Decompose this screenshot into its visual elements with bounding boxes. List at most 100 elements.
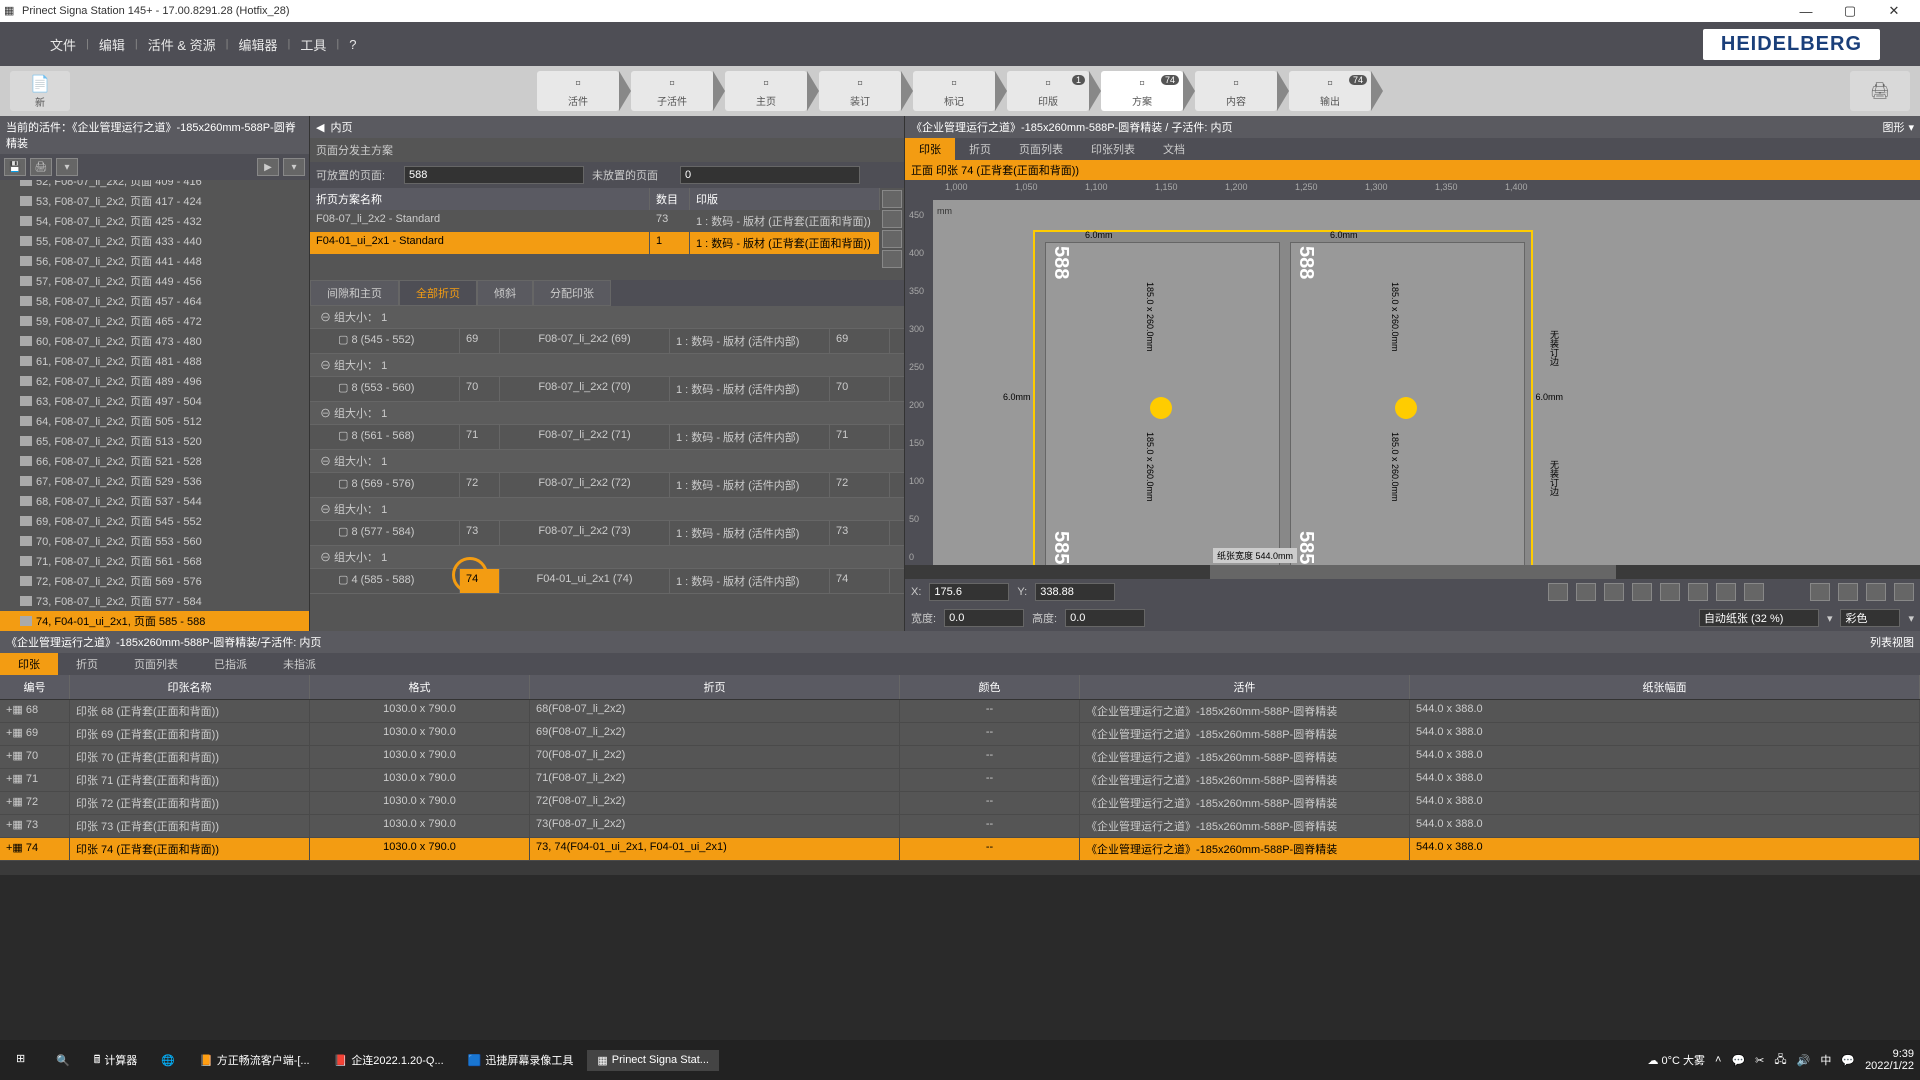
weather-widget[interactable]: ☁ 0°C 大雾	[1647, 1052, 1705, 1068]
tree-item[interactable]: 62, F08-07_li_2x2, 页面 489 - 496	[0, 371, 309, 391]
bottom-tab-2[interactable]: 页面列表	[116, 653, 196, 675]
bottom-tab-0[interactable]: 印张	[0, 653, 58, 675]
right-tab-3[interactable]: 印张列表	[1077, 138, 1149, 160]
center-tab-0[interactable]: 间隙和主页	[310, 280, 399, 306]
nav-step-8[interactable]: ▫输出74	[1289, 71, 1371, 111]
tree-item[interactable]: 74, F04-01_ui_2x1, 页面 585 - 588	[0, 611, 309, 631]
tray-ime-icon[interactable]: 中	[1820, 1052, 1831, 1068]
tree-item[interactable]: 53, F08-07_li_2x2, 页面 417 - 424	[0, 191, 309, 211]
scheme-row[interactable]: F08-07_li_2x2 - Standard731 : 数码 - 版材 (正…	[310, 210, 880, 232]
tray-date[interactable]: 2022/1/22	[1865, 1060, 1914, 1072]
scheme-btn-2[interactable]	[882, 210, 902, 228]
tool-icon[interactable]	[1744, 583, 1764, 601]
menu-tools[interactable]: 工具	[290, 35, 336, 54]
nav-step-0[interactable]: ▫活件	[537, 71, 619, 111]
nav-new[interactable]: 📄 新	[10, 71, 70, 111]
menu-file[interactable]: 文件	[40, 35, 86, 54]
bottom-header-mode[interactable]: 列表视图	[1870, 634, 1914, 650]
scheme-btn-1[interactable]	[882, 190, 902, 208]
tree-list[interactable]: 48, F08-07_li_2x2, 页面 377 - 38449, F08-0…	[0, 180, 309, 631]
maximize-button[interactable]: ▢	[1828, 3, 1872, 19]
nav-step-4[interactable]: ▫标记	[913, 71, 995, 111]
nav-step-2[interactable]: ▫主页	[725, 71, 807, 111]
tray-network-icon[interactable]: 🖧	[1774, 1051, 1786, 1070]
tray-notification-icon[interactable]: 💬	[1841, 1054, 1855, 1067]
tree-item[interactable]: 59, F08-07_li_2x2, 页面 465 - 472	[0, 311, 309, 331]
nav-step-1[interactable]: ▫子活件	[631, 71, 713, 111]
taskbar-calculator[interactable]: 🖩 计算器	[84, 1047, 148, 1074]
tool-icon[interactable]	[1838, 583, 1858, 601]
coord-w[interactable]	[944, 609, 1024, 627]
tree-item[interactable]: 57, F08-07_li_2x2, 页面 449 - 456	[0, 271, 309, 291]
minimize-button[interactable]: —	[1784, 4, 1828, 19]
fold-group[interactable]: ⊖ 组大小： 1	[310, 498, 904, 521]
nav-step-6[interactable]: ▫方案74	[1101, 71, 1183, 111]
menu-resources[interactable]: 活件 & 资源	[138, 35, 226, 54]
data-row[interactable]: +▦ 68印张 68 (正背套(正面和背面))1030.0 x 790.068(…	[0, 700, 1920, 723]
tree-item[interactable]: 63, F08-07_li_2x2, 页面 497 - 504	[0, 391, 309, 411]
taskbar-app-2[interactable]: 📕 企连2022.1.20-Q...	[324, 1048, 454, 1072]
eyedropper-icon[interactable]	[1716, 583, 1736, 601]
fold-group[interactable]: ⊖ 组大小： 1	[310, 402, 904, 425]
taskbar-app-3[interactable]: 🟦 迅捷屏幕录像工具	[458, 1048, 584, 1072]
bottom-scrollbar[interactable]	[0, 861, 1920, 875]
sheet-view[interactable]: mm 588 588 585 585 185.0 x 260.0mm 185.0…	[933, 200, 1920, 565]
dropdown-icon[interactable]: ▾	[56, 158, 78, 176]
menu-help[interactable]: ?	[339, 37, 366, 52]
tool-icon[interactable]	[1576, 583, 1596, 601]
bottom-tab-3[interactable]: 已指派	[196, 653, 265, 675]
tree-item[interactable]: 70, F08-07_li_2x2, 页面 553 - 560	[0, 531, 309, 551]
tool-icon[interactable]	[1660, 583, 1680, 601]
zoom-dropdown-icon[interactable]: ▾	[1827, 612, 1833, 625]
fold-group[interactable]: ⊖ 组大小： 1	[310, 354, 904, 377]
tray-wechat-icon[interactable]: 💬	[1731, 1054, 1745, 1067]
canvas-scrollbar[interactable]	[905, 565, 1920, 579]
scheme-btn-4[interactable]	[882, 250, 902, 268]
save-icon[interactable]: 💾	[4, 158, 26, 176]
right-tab-1[interactable]: 折页	[955, 138, 1005, 160]
fold-row[interactable]: ▢ 8 (577 - 584)73F08-07_li_2x2 (73)1 : 数…	[310, 521, 904, 546]
menu-editor[interactable]: 编辑器	[229, 35, 288, 54]
tree-item[interactable]: 58, F08-07_li_2x2, 页面 457 - 464	[0, 291, 309, 311]
nav-output-right[interactable]: 🖨	[1850, 71, 1910, 111]
scheme-btn-3[interactable]	[882, 230, 902, 248]
tree-item[interactable]: 61, F08-07_li_2x2, 页面 481 - 488	[0, 351, 309, 371]
color-select[interactable]	[1840, 609, 1900, 627]
center-tab-3[interactable]: 分配印张	[533, 280, 611, 306]
data-row[interactable]: +▦ 73印张 73 (正背套(正面和背面))1030.0 x 790.073(…	[0, 815, 1920, 838]
tree-item[interactable]: 55, F08-07_li_2x2, 页面 433 - 440	[0, 231, 309, 251]
tree-item[interactable]: 65, F08-07_li_2x2, 页面 513 - 520	[0, 431, 309, 451]
tool-icon[interactable]	[1548, 583, 1568, 601]
fold-group[interactable]: ⊖ 组大小： 1	[310, 450, 904, 473]
fold-row[interactable]: ▢ 8 (569 - 576)72F08-07_li_2x2 (72)1 : 数…	[310, 473, 904, 498]
zoom-select[interactable]	[1699, 609, 1819, 627]
right-tab-2[interactable]: 页面列表	[1005, 138, 1077, 160]
data-row[interactable]: +▦ 71印张 71 (正背套(正面和背面))1030.0 x 790.071(…	[0, 769, 1920, 792]
tree-item[interactable]: 56, F08-07_li_2x2, 页面 441 - 448	[0, 251, 309, 271]
right-tab-4[interactable]: 文档	[1149, 138, 1199, 160]
data-row[interactable]: +▦ 74印张 74 (正背套(正面和背面))1030.0 x 790.073,…	[0, 838, 1920, 861]
color-dropdown-icon[interactable]: ▾	[1908, 612, 1914, 625]
data-row[interactable]: +▦ 69印张 69 (正背套(正面和背面))1030.0 x 790.069(…	[0, 723, 1920, 746]
down-icon[interactable]: ▾	[283, 158, 305, 176]
menu-edit[interactable]: 编辑	[89, 35, 135, 54]
right-tab-0[interactable]: 印张	[905, 138, 955, 160]
bottom-tab-1[interactable]: 折页	[58, 653, 116, 675]
fold-table[interactable]: ⊖ 组大小： 1▢ 8 (545 - 552)69F08-07_li_2x2 (…	[310, 306, 904, 631]
fold-row[interactable]: ▢ 4 (585 - 588)74F04-01_ui_2x1 (74)1 : 数…	[310, 569, 904, 594]
tool-icon[interactable]	[1604, 583, 1624, 601]
fold-row[interactable]: ▢ 8 (553 - 560)70F08-07_li_2x2 (70)1 : 数…	[310, 377, 904, 402]
tool-icon[interactable]	[1810, 583, 1830, 601]
tree-item[interactable]: 66, F08-07_li_2x2, 页面 521 - 528	[0, 451, 309, 471]
data-row[interactable]: +▦ 72印张 72 (正背套(正面和背面))1030.0 x 790.072(…	[0, 792, 1920, 815]
fold-group[interactable]: ⊖ 组大小： 1	[310, 306, 904, 329]
taskbar-edge[interactable]: 🌐	[151, 1050, 185, 1071]
right-header-mode[interactable]: 图形	[1882, 119, 1904, 135]
tree-item[interactable]: 71, F08-07_li_2x2, 页面 561 - 568	[0, 551, 309, 571]
fold-group[interactable]: ⊖ 组大小： 1	[310, 546, 904, 569]
tree-item[interactable]: 60, F08-07_li_2x2, 页面 473 - 480	[0, 331, 309, 351]
tool-icon[interactable]	[1866, 583, 1886, 601]
tray-volume-icon[interactable]: 🔊	[1797, 1054, 1811, 1067]
data-row[interactable]: +▦ 70印张 70 (正背套(正面和背面))1030.0 x 790.070(…	[0, 746, 1920, 769]
dropdown-icon[interactable]: ▾	[1908, 121, 1914, 134]
